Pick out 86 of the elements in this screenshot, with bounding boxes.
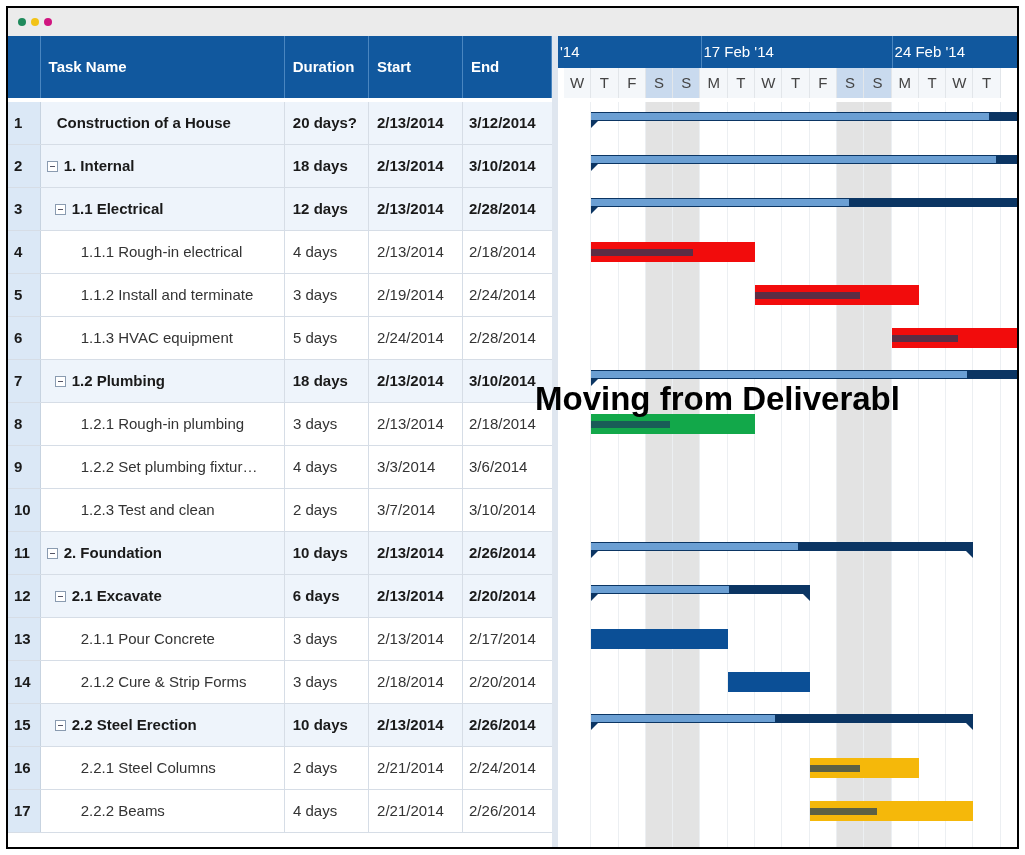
start-date-cell: 2/13/2014 bbox=[368, 188, 463, 230]
day-label: S bbox=[864, 68, 892, 98]
duration-cell: 12 days bbox=[284, 188, 369, 230]
task-name: 1.2 Plumbing bbox=[71, 370, 166, 391]
task-name: 1.2.3 Test and clean bbox=[80, 499, 215, 520]
start-date-cell: 2/13/2014 bbox=[368, 102, 463, 144]
collapse-icon[interactable] bbox=[54, 375, 66, 387]
day-label: F bbox=[809, 68, 837, 98]
task-name: 1.2.2 Set plumbing fixtur… bbox=[80, 456, 258, 477]
row-number: 15 bbox=[8, 704, 41, 746]
duration-cell: 18 days bbox=[284, 145, 369, 187]
day-label: S bbox=[836, 68, 865, 98]
start-date-cell: 2/13/2014 bbox=[368, 532, 463, 574]
end-date-cell: 2/20/2014 bbox=[462, 575, 552, 617]
day-label: W bbox=[755, 68, 783, 98]
collapse-icon[interactable] bbox=[46, 160, 58, 172]
row-number: 1 bbox=[8, 102, 41, 144]
day-label: T bbox=[918, 68, 947, 98]
day-label: M bbox=[891, 68, 919, 98]
row-number: 3 bbox=[8, 188, 41, 230]
start-date-cell: 2/13/2014 bbox=[368, 360, 463, 402]
row-number: 11 bbox=[8, 532, 41, 574]
day-label: M bbox=[700, 68, 728, 98]
task-name: 1.2.1 Rough-in plumbing bbox=[80, 413, 245, 434]
row-number: 16 bbox=[8, 747, 41, 789]
summary-bar[interactable] bbox=[591, 542, 974, 558]
task-name: 1.1 Electrical bbox=[71, 198, 164, 219]
row-number: 5 bbox=[8, 274, 41, 316]
day-label: T bbox=[591, 68, 619, 98]
collapse-icon[interactable] bbox=[54, 203, 66, 215]
task-bar[interactable] bbox=[809, 758, 919, 778]
day-label: T bbox=[782, 68, 810, 98]
row-number: 9 bbox=[8, 446, 41, 488]
row-number: 12 bbox=[8, 575, 41, 617]
task-name: 1.1.1 Rough-in electrical bbox=[80, 241, 243, 262]
task-bar[interactable] bbox=[891, 328, 1017, 348]
week-label: '14 bbox=[559, 41, 581, 62]
end-date-cell: 3/10/2014 bbox=[462, 145, 552, 187]
collapse-icon[interactable] bbox=[54, 719, 66, 731]
row-number: 6 bbox=[8, 317, 41, 359]
day-label: S bbox=[673, 68, 701, 98]
task-name: 2.2.1 Steel Columns bbox=[80, 757, 216, 778]
row-number: 4 bbox=[8, 231, 41, 273]
task-bar[interactable] bbox=[755, 285, 919, 305]
task-name: 2.1 Excavate bbox=[71, 585, 162, 606]
end-date-cell: 2/26/2014 bbox=[462, 704, 552, 746]
task-name: 2.2.2 Beams bbox=[80, 800, 165, 821]
row-number: 13 bbox=[8, 618, 41, 660]
day-label: S bbox=[645, 68, 674, 98]
task-name: 1. Internal bbox=[63, 155, 135, 176]
summary-bar[interactable] bbox=[591, 714, 974, 730]
task-name: Construction of a House bbox=[56, 112, 231, 133]
start-date-cell: 2/13/2014 bbox=[368, 575, 463, 617]
day-label: F bbox=[618, 68, 646, 98]
task-bar[interactable] bbox=[591, 242, 756, 262]
start-date-cell: 2/13/2014 bbox=[368, 704, 463, 746]
row-number: 17 bbox=[8, 790, 41, 832]
collapse-icon[interactable] bbox=[46, 547, 58, 559]
task-name: 2.1.2 Cure & Strip Forms bbox=[80, 671, 247, 692]
duration-cell: 6 days bbox=[284, 575, 369, 617]
row-number: 2 bbox=[8, 145, 41, 187]
task-name: 2. Foundation bbox=[63, 542, 162, 563]
task-name: 1.1.2 Install and terminate bbox=[80, 284, 254, 305]
day-label: T bbox=[727, 68, 756, 98]
duration-cell: 10 days bbox=[284, 704, 369, 746]
duration-cell: 18 days bbox=[284, 360, 369, 402]
duration-cell: 20 days? bbox=[284, 102, 369, 144]
task-bar[interactable] bbox=[809, 801, 974, 821]
day-label: W bbox=[946, 68, 974, 98]
end-date-cell: 3/12/2014 bbox=[463, 102, 552, 144]
summary-bar[interactable] bbox=[591, 585, 810, 601]
duration-cell: 10 days bbox=[284, 532, 369, 574]
row-number: 14 bbox=[8, 661, 41, 703]
task-name: 2.1.1 Pour Concrete bbox=[80, 628, 215, 649]
summary-bar[interactable] bbox=[591, 198, 1017, 214]
task-name: 1.1.3 HVAC equipment bbox=[80, 327, 233, 348]
collapse-icon[interactable] bbox=[54, 590, 66, 602]
day-label: T bbox=[973, 68, 1001, 98]
start-date-cell: 2/13/2014 bbox=[368, 145, 463, 187]
row-number: 10 bbox=[8, 489, 41, 531]
row-number: 8 bbox=[8, 403, 41, 445]
task-name: 2.2 Steel Erection bbox=[71, 714, 197, 735]
row-number: 7 bbox=[8, 360, 41, 402]
day-label: W bbox=[564, 68, 592, 98]
end-date-cell: 2/26/2014 bbox=[462, 532, 552, 574]
end-date-cell: 2/28/2014 bbox=[462, 188, 552, 230]
